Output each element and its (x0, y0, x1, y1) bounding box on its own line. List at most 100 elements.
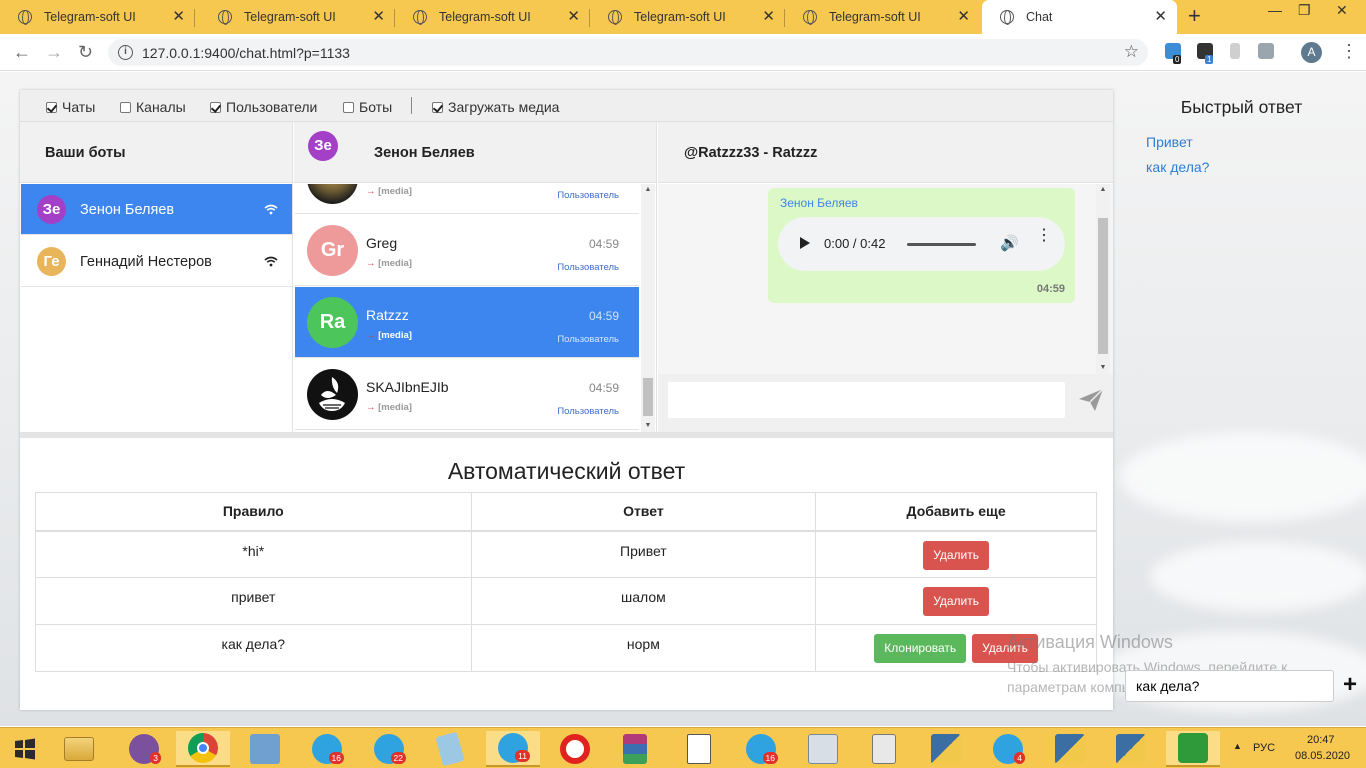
contacts-scrollbar[interactable]: ▲ ▼ (641, 184, 655, 432)
back-icon[interactable]: ← (13, 42, 31, 62)
tab-title: Telegram-soft UI (439, 10, 531, 24)
address-bar[interactable]: i 127.0.0.1:9400/chat.html?p=1133 ☆ (108, 39, 1148, 66)
profile-avatar[interactable]: A (1301, 42, 1322, 63)
checkbox-chats[interactable] (46, 101, 57, 113)
close-window-icon[interactable]: ✕ (1336, 2, 1348, 19)
clone-button[interactable]: Клонировать (874, 634, 967, 663)
audio-progress-slider[interactable] (907, 243, 976, 246)
taskbar-telegram[interactable]: 16 (734, 731, 788, 767)
bot-item[interactable]: Ге Геннадий Нестеров (21, 236, 292, 287)
browser-tab[interactable]: Telegram-soft UI ✕ (785, 0, 980, 34)
taskbar-telegram[interactable]: 16 (300, 731, 354, 767)
contact-item[interactable]: → [media] Пользователь (295, 184, 639, 214)
bookmark-star-icon[interactable]: ☆ (1124, 42, 1139, 62)
close-tab-icon[interactable]: ✕ (567, 9, 580, 25)
browser-tab[interactable]: Telegram-soft UI ✕ (590, 0, 785, 34)
more-options-icon[interactable]: ⋮ (1036, 228, 1052, 244)
activation-watermark-title: Активация Windows (1007, 632, 1173, 652)
filter-load-media[interactable]: Загружать медиа (432, 99, 559, 115)
close-tab-icon[interactable]: ✕ (1154, 9, 1167, 25)
bot-item[interactable]: Зе Зенон Беляев (21, 184, 292, 235)
browser-tab[interactable]: Telegram-soft UI ✕ (200, 0, 395, 34)
chat-scrollbar[interactable]: ▲ ▼ (1096, 184, 1110, 374)
taskbar-chrome[interactable] (176, 731, 230, 767)
taskbar-python[interactable] (1043, 731, 1097, 767)
taskbar-python[interactable] (1104, 731, 1158, 767)
taskbar-app[interactable] (238, 731, 292, 767)
contact-item[interactable]: Gr Greg 04:59 → [media] Пользователь (295, 215, 639, 286)
volume-icon[interactable]: 🔊 (1000, 234, 1019, 252)
browser-tab[interactable]: Telegram-soft UI ✕ (0, 0, 195, 34)
taskbar-app[interactable] (796, 731, 850, 767)
filter-chats[interactable]: Чаты (46, 99, 95, 115)
bots-header: Ваши боты (20, 122, 292, 183)
checkbox-users[interactable] (210, 101, 221, 113)
scroll-down-icon[interactable]: ▼ (641, 420, 655, 432)
contact-time: 04:59 (588, 309, 619, 323)
taskbar-calculator[interactable] (857, 731, 911, 767)
filter-channels[interactable]: Каналы (120, 99, 186, 115)
close-tab-icon[interactable]: ✕ (762, 9, 775, 25)
taskbar-winrar[interactable] (608, 731, 662, 767)
quick-reply-item[interactable]: Привет (1146, 134, 1193, 150)
taskbar-telegram[interactable]: 22 (362, 731, 416, 767)
delete-button[interactable]: Удалить (923, 540, 990, 570)
scroll-thumb[interactable] (643, 378, 653, 416)
play-icon[interactable] (800, 237, 810, 249)
section-divider (20, 432, 1113, 438)
audio-time: 0:00 / 0:42 (824, 236, 886, 251)
language-indicator[interactable]: РУС (1253, 742, 1275, 768)
filter-bots[interactable]: Боты (343, 99, 392, 115)
answer-cell: Привет (470, 530, 817, 578)
checkbox-bots[interactable] (343, 101, 354, 113)
contact-item[interactable]: SKAJIbnEJIb 04:59 → [media] Пользователь (295, 359, 639, 430)
browser-tab-active[interactable]: Chat ✕ (982, 0, 1177, 34)
clock-date[interactable]: 08.05.2020 (1295, 750, 1350, 768)
close-tab-icon[interactable]: ✕ (372, 9, 385, 25)
extension-icon[interactable] (1258, 43, 1274, 59)
taskbar-telegram[interactable]: 11 (486, 731, 540, 767)
taskbar-camtasia[interactable] (1166, 731, 1220, 767)
forward-icon[interactable]: → (45, 42, 63, 62)
quick-reply-input[interactable] (1125, 670, 1334, 702)
delete-button[interactable]: Удалить (923, 587, 990, 616)
chrome-icon (188, 733, 218, 763)
scroll-down-icon[interactable]: ▼ (1096, 362, 1110, 374)
scroll-thumb[interactable] (1098, 218, 1108, 354)
tray-expand-icon[interactable]: ▲ (1233, 741, 1242, 768)
taskbar-app[interactable] (672, 731, 726, 767)
taskbar-python[interactable] (919, 731, 973, 767)
checkbox-channels[interactable] (120, 101, 131, 113)
bots-title: Ваши боты (45, 145, 126, 161)
taskbar-notes[interactable] (423, 731, 477, 767)
column-header: Правило (35, 492, 472, 532)
taskbar-viber[interactable]: 3 (117, 731, 171, 767)
table-row: *hi* Привет Удалить (35, 530, 1097, 578)
extension-icon[interactable] (1230, 43, 1240, 59)
browser-tab[interactable]: Telegram-soft UI ✕ (395, 0, 590, 34)
close-tab-icon[interactable]: ✕ (172, 9, 185, 25)
start-button[interactable] (0, 731, 50, 767)
site-info-icon[interactable]: i (118, 45, 133, 60)
monitor-icon (808, 734, 838, 764)
taskbar-opera[interactable] (548, 731, 602, 767)
bots-column: Ваши боты Зе Зенон Беляев Ге Геннадий Не… (20, 122, 293, 432)
taskbar-telegram[interactable]: 4 (981, 731, 1035, 767)
add-quick-reply-button[interactable]: + (1343, 671, 1357, 699)
quick-reply-item[interactable]: как дела? (1146, 159, 1209, 175)
new-tab-icon[interactable]: + (1188, 5, 1201, 27)
checkbox-load-media[interactable] (432, 101, 443, 113)
contact-item-active[interactable]: Ra Ratzzz 04:59 → [media] Пользователь (295, 287, 639, 358)
minimize-icon[interactable]: — (1268, 2, 1282, 18)
message-input[interactable] (668, 382, 1065, 418)
close-tab-icon[interactable]: ✕ (957, 9, 970, 25)
send-icon[interactable] (1078, 388, 1104, 412)
reload-icon[interactable]: ↻ (78, 42, 93, 62)
taskbar-explorer[interactable] (52, 731, 106, 767)
scroll-up-icon[interactable]: ▲ (1096, 184, 1110, 196)
filter-users[interactable]: Пользователи (210, 99, 317, 115)
browser-menu-icon[interactable]: ⋮ (1340, 41, 1358, 61)
maximize-icon[interactable]: ❐ (1298, 2, 1311, 19)
leaf-hand-logo-icon (319, 377, 345, 411)
scroll-up-icon[interactable]: ▲ (641, 184, 655, 196)
